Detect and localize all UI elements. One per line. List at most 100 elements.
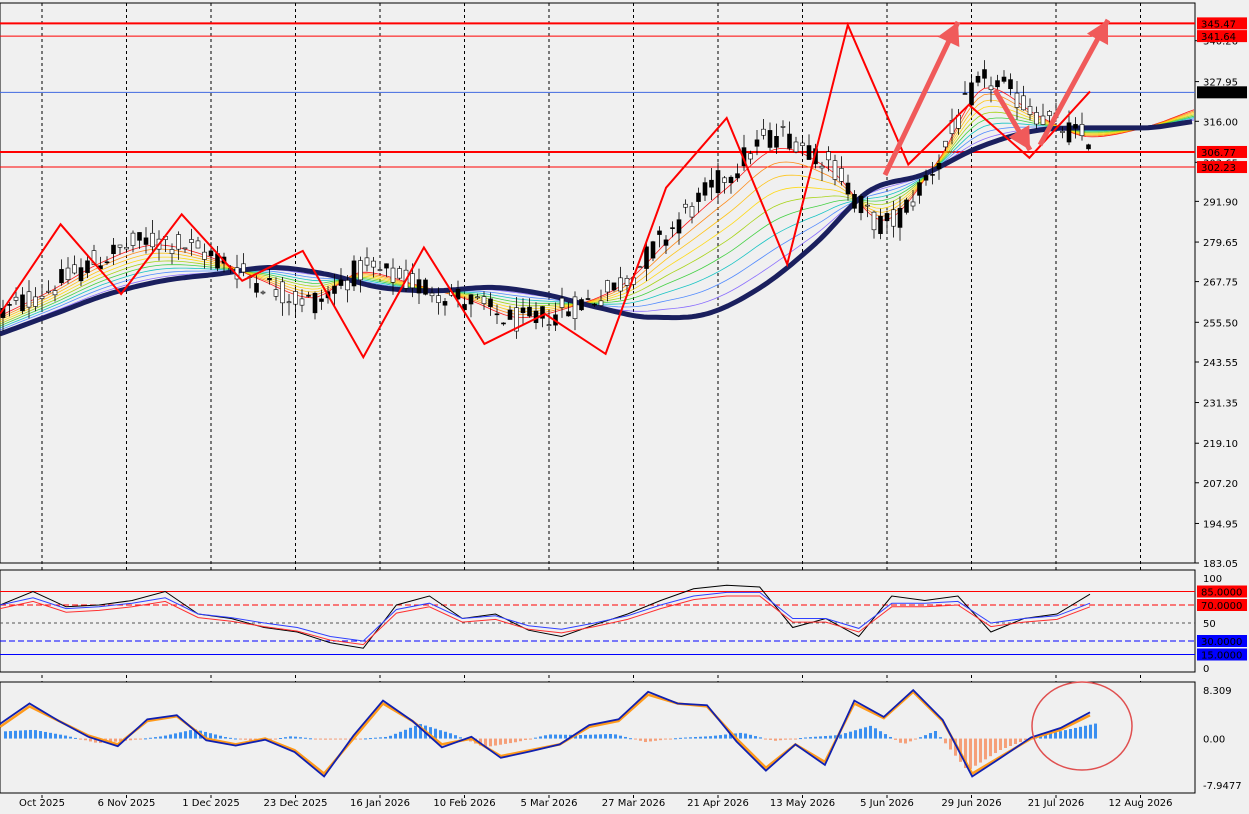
- macd-histogram-bar: [819, 736, 822, 739]
- macd-histogram-bar: [739, 732, 742, 739]
- candle-body: [416, 279, 422, 294]
- candle-body: [774, 136, 779, 148]
- macd-histogram-bar: [969, 738, 972, 769]
- macd-histogram-bar: [174, 733, 177, 739]
- macd-histogram-bar: [439, 730, 442, 739]
- x-tick-label: 27 Mar 2026: [602, 798, 665, 809]
- macd-histogram-bar: [219, 735, 222, 739]
- candle-body: [423, 279, 428, 295]
- macd-histogram-bar: [1094, 723, 1097, 739]
- macd-histogram-bar: [634, 738, 637, 740]
- macd-histogram-bar: [1064, 730, 1067, 739]
- candle-body: [975, 75, 981, 83]
- candle-body: [286, 301, 292, 304]
- candle-body: [111, 244, 116, 255]
- candle-body: [839, 168, 844, 182]
- macd-histogram-bar: [744, 733, 747, 739]
- macd-histogram-bar: [234, 738, 237, 740]
- macd-histogram-bar: [399, 731, 402, 739]
- macd-histogram-bar: [584, 734, 587, 739]
- macd-histogram-bar: [309, 738, 312, 740]
- macd-histogram-bar: [459, 737, 462, 739]
- candle-body: [845, 182, 851, 195]
- y-tick-label: 316.00: [1203, 117, 1238, 128]
- candle-body: [377, 269, 383, 271]
- x-tick-label: 10 Feb 2026: [433, 798, 495, 809]
- x-tick-label: 6 Nov 2025: [98, 798, 156, 809]
- macd-histogram-bar: [499, 738, 502, 745]
- candle-body: [7, 304, 12, 306]
- macd-histogram-bar: [874, 728, 877, 739]
- macd-histogram-bar: [559, 734, 562, 739]
- candle-body: [891, 209, 896, 227]
- macd-histogram-bar: [764, 738, 767, 740]
- candle-body: [780, 126, 786, 128]
- macd-histogram-bar: [844, 733, 847, 739]
- candle-body: [930, 174, 935, 176]
- macd-histogram-bar: [929, 733, 932, 739]
- candle-body: [1060, 131, 1065, 133]
- macd-histogram-bar: [794, 738, 797, 740]
- macd-histogram-bar: [519, 738, 522, 742]
- macd-histogram-bar: [514, 738, 517, 743]
- macd-histogram-bar: [909, 738, 912, 742]
- candle-body: [722, 177, 727, 183]
- candle-body: [312, 292, 318, 314]
- y-tick-label: 255.50: [1203, 318, 1238, 329]
- candle-body: [1014, 92, 1020, 108]
- candle-body: [345, 279, 350, 291]
- candle-body: [1066, 122, 1072, 143]
- macd-histogram-bar: [299, 737, 302, 739]
- macd-histogram-bar: [774, 738, 777, 741]
- macd-histogram-bar: [679, 737, 682, 739]
- macd-histogram-bar: [804, 737, 807, 739]
- macd-histogram-bar: [69, 736, 72, 739]
- macd-histogram-bar: [899, 738, 902, 743]
- candle-body: [670, 227, 675, 229]
- candle-body: [618, 277, 623, 292]
- macd-histogram-bar: [914, 738, 917, 740]
- candle-body: [46, 290, 51, 293]
- candle-body: [299, 298, 305, 306]
- candle-body: [494, 313, 500, 316]
- candle-body: [306, 295, 311, 297]
- macd-histogram-bar: [799, 738, 802, 740]
- candle-body: [371, 260, 376, 268]
- macd-histogram-bar: [209, 733, 212, 739]
- macd-histogram-bar: [294, 736, 297, 739]
- macd-histogram-bar: [849, 731, 852, 739]
- candle-body: [59, 269, 64, 284]
- candle-body: [637, 266, 643, 269]
- candle-body: [748, 153, 753, 160]
- candle-body: [793, 141, 799, 153]
- macd-histogram-bar: [64, 735, 67, 739]
- macd-histogram-bar: [179, 732, 182, 739]
- macd-histogram-bar: [164, 735, 167, 739]
- candle-body: [351, 260, 357, 287]
- macd-histogram-bar: [444, 731, 447, 739]
- y-tick-label: 243.55: [1203, 358, 1238, 369]
- macd-y-tick: 8.309: [1203, 686, 1232, 697]
- macd-histogram-bar: [654, 738, 657, 741]
- candle-body: [676, 219, 682, 234]
- macd-histogram-bar: [44, 731, 47, 739]
- candle-body: [33, 296, 38, 307]
- macd-histogram-bar: [4, 731, 7, 739]
- macd-histogram-bar: [629, 738, 632, 740]
- macd-histogram-bar: [664, 738, 667, 740]
- macd-histogram-bar: [14, 730, 17, 739]
- macd-histogram-bar: [9, 731, 12, 739]
- x-tick-label: 21 Apr 2026: [687, 798, 749, 809]
- macd-histogram-bar: [409, 727, 412, 739]
- x-tick-label: 12 Aug 2026: [1108, 798, 1172, 809]
- macd-histogram-bar: [129, 738, 132, 741]
- macd-histogram-bar: [359, 738, 362, 740]
- macd-histogram-bar: [54, 733, 57, 739]
- macd-histogram-bar: [1069, 729, 1072, 739]
- candle-body: [878, 215, 883, 234]
- y-tick-label: 183.05: [1203, 559, 1238, 570]
- candle-body: [754, 139, 760, 147]
- macd-histogram-bar: [824, 736, 827, 739]
- candle-body: [501, 322, 506, 325]
- level-label: 302.23: [1201, 163, 1236, 174]
